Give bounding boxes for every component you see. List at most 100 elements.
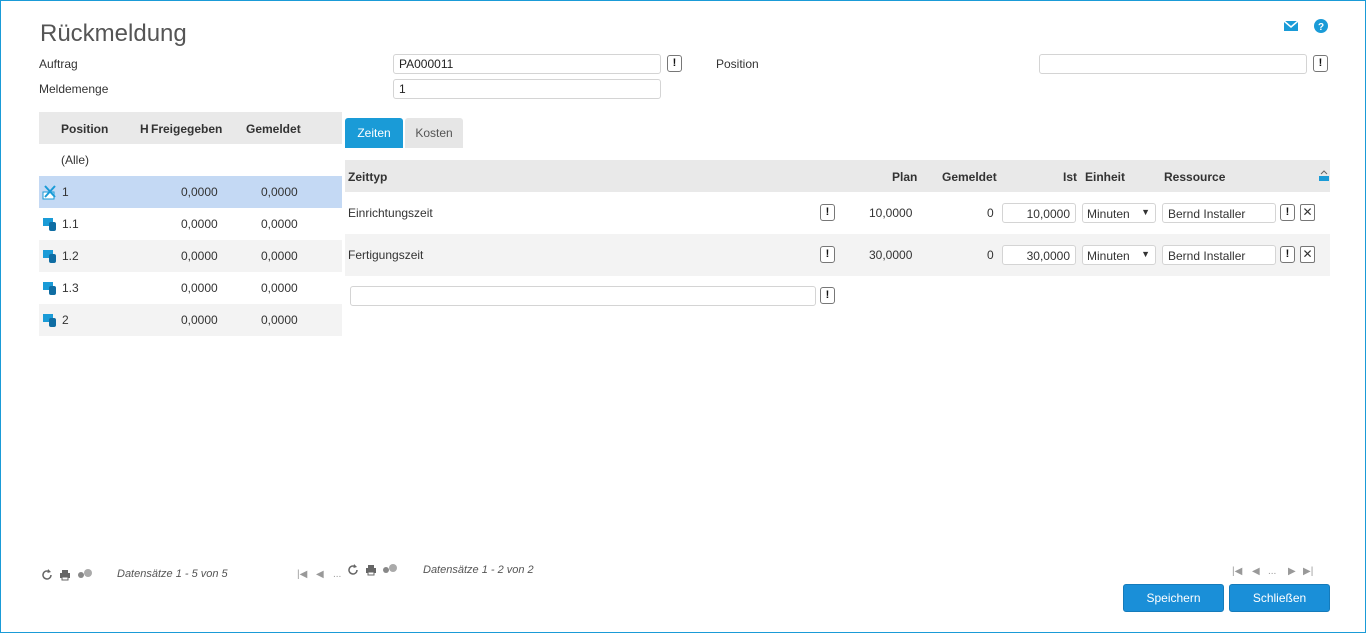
row-gemeldet: 0,0000 (261, 185, 298, 199)
first-page-icon[interactable]: |◀ (1232, 566, 1242, 577)
delete-row-button[interactable]: ✕ (1300, 246, 1315, 263)
row-position: 1.2 (62, 249, 79, 263)
mail-icon[interactable] (1283, 18, 1299, 34)
zeiten-grid-header: Zeittyp Plan Gemeldet Ist Einheit Ressou… (345, 160, 1330, 192)
einheit-select[interactable]: Minuten ▼ (1082, 245, 1156, 265)
row-position: 1 (62, 185, 69, 199)
col-zeittyp[interactable]: Zeittyp (348, 170, 387, 184)
position-input[interactable] (1039, 54, 1307, 74)
col-ressource[interactable]: Ressource (1164, 170, 1225, 184)
prev-page-icon[interactable]: ◀ (316, 569, 324, 580)
print-icon[interactable] (59, 569, 71, 581)
col-einheit[interactable]: Einheit (1085, 170, 1125, 184)
left-record-count: Datensätze 1 - 5 von 5 (117, 568, 228, 580)
row-freigegeben: 0,0000 (181, 313, 218, 327)
page-ellipsis: ... (1268, 566, 1277, 577)
einheit-value: Minuten (1087, 207, 1130, 221)
ist-input[interactable]: 30,0000 (1002, 245, 1076, 265)
new-zeittyp-lookup-button[interactable]: ! (820, 287, 835, 304)
prev-page-icon[interactable]: ◀ (1252, 566, 1260, 577)
tab-kosten[interactable]: Kosten (405, 118, 463, 148)
row-gemeldet: 0,0000 (261, 249, 298, 263)
auftrag-input[interactable] (393, 54, 661, 74)
ressource-lookup-button[interactable]: ! (1280, 246, 1295, 263)
row-position: 1.3 (62, 281, 79, 295)
table-row[interactable]: 1 0,0000 0,0000 (39, 176, 342, 208)
refresh-icon[interactable] (347, 564, 359, 576)
ist-input[interactable]: 10,0000 (1002, 203, 1076, 223)
einheit-value: Minuten (1087, 249, 1130, 263)
list-item-all[interactable]: (Alle) (39, 144, 342, 176)
auftrag-label: Auftrag (39, 57, 78, 71)
zeiten-grid: Zeittyp Plan Gemeldet Ist Einheit Ressou… (345, 160, 1330, 276)
row-freigegeben: 0,0000 (181, 185, 218, 199)
table-row[interactable]: 1.1 0,0000 0,0000 (39, 208, 342, 240)
row-plan: 30,0000 (869, 248, 913, 262)
next-page-icon[interactable]: ▶ (1288, 566, 1296, 577)
table-row[interactable]: 1.3 0,0000 0,0000 (39, 272, 342, 304)
all-label: (Alle) (61, 153, 90, 167)
table-row[interactable]: Fertigungszeit ! 30,0000 0 30,0000 Minut… (345, 234, 1330, 276)
meldemenge-input[interactable] (393, 79, 661, 99)
row-zeittyp: Fertigungszeit (348, 248, 424, 262)
chevron-down-icon: ▼ (1141, 207, 1150, 217)
table-row[interactable]: Einrichtungszeit ! 10,0000 0 10,0000 Min… (345, 192, 1330, 234)
ressource-lookup-button[interactable]: ! (1280, 204, 1295, 221)
settings-icon[interactable] (77, 568, 93, 580)
operation-icon (43, 250, 56, 263)
position-lookup-button[interactable]: ! (1313, 55, 1328, 72)
col-h[interactable]: H (140, 122, 149, 136)
column-chooser-icon[interactable] (1318, 170, 1330, 182)
right-record-count: Datensätze 1 - 2 von 2 (423, 564, 534, 576)
ressource-input[interactable]: Bernd Installer (1162, 245, 1276, 265)
col-plan[interactable]: Plan (892, 170, 917, 184)
row-gemeldet: 0,0000 (261, 313, 298, 327)
table-row[interactable]: 2 0,0000 0,0000 (39, 304, 342, 336)
page-title: Rückmeldung (40, 20, 187, 47)
row-gemeldet: 0 (987, 248, 994, 262)
meldemenge-label: Meldemenge (39, 82, 109, 96)
row-gemeldet: 0 (987, 206, 994, 220)
close-button[interactable]: Schließen (1229, 584, 1330, 612)
operation-icon (43, 314, 56, 327)
save-button[interactable]: Speichern (1123, 584, 1224, 612)
row-position: 1.1 (62, 217, 79, 231)
chevron-down-icon: ▼ (1141, 249, 1150, 259)
delete-row-button[interactable]: ✕ (1300, 204, 1315, 221)
first-page-icon[interactable]: |◀ (297, 569, 307, 580)
row-freigegeben: 0,0000 (181, 217, 218, 231)
col-gemeldet[interactable]: Gemeldet (246, 122, 301, 136)
col-ist[interactable]: Ist (1063, 170, 1077, 184)
row-freigegeben: 0,0000 (181, 249, 218, 263)
svg-text:?: ? (1318, 22, 1324, 33)
positions-grid: Position H Freigegeben Gemeldet (Alle) 1… (39, 112, 342, 336)
row-gemeldet: 0,0000 (261, 217, 298, 231)
row-zeittyp: Einrichtungszeit (348, 206, 433, 220)
col-position[interactable]: Position (61, 122, 108, 136)
table-row[interactable]: 1.2 0,0000 0,0000 (39, 240, 342, 272)
new-zeittyp-input[interactable] (350, 286, 816, 306)
positions-grid-header: Position H Freigegeben Gemeldet (39, 112, 342, 144)
col-freigegeben[interactable]: Freigegeben (151, 122, 222, 136)
page-ellipsis: ... (333, 569, 342, 580)
einheit-select[interactable]: Minuten ▼ (1082, 203, 1156, 223)
ressource-input[interactable]: Bernd Installer (1162, 203, 1276, 223)
col-gemeldet[interactable]: Gemeldet (942, 170, 997, 184)
row-plan: 10,0000 (869, 206, 913, 220)
settings-icon[interactable] (382, 563, 398, 575)
tools-icon (42, 185, 56, 200)
operation-icon (43, 218, 56, 231)
auftrag-lookup-button[interactable]: ! (667, 55, 682, 72)
position-label: Position (716, 57, 759, 71)
last-page-icon[interactable]: ▶| (1303, 566, 1313, 577)
refresh-icon[interactable] (41, 569, 53, 581)
zeittyp-info-button[interactable]: ! (820, 204, 835, 221)
row-gemeldet: 0,0000 (261, 281, 298, 295)
tab-zeiten[interactable]: Zeiten (345, 118, 403, 148)
print-icon[interactable] (365, 564, 377, 576)
zeittyp-info-button[interactable]: ! (820, 246, 835, 263)
row-position: 2 (62, 313, 69, 327)
operation-icon (43, 282, 56, 295)
row-freigegeben: 0,0000 (181, 281, 218, 295)
help-icon[interactable]: ? (1313, 18, 1329, 34)
